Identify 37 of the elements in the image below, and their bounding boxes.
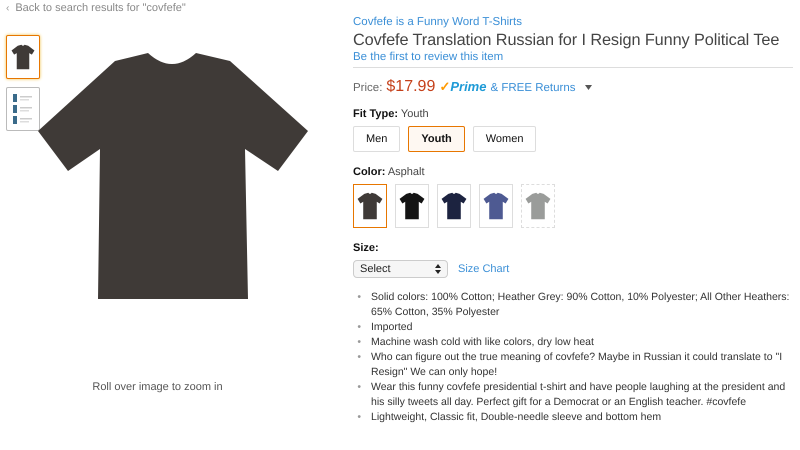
- review-link[interactable]: Be the first to review this item: [353, 51, 504, 63]
- zoom-hint: Roll over image to zoom in: [92, 381, 223, 393]
- size-select[interactable]: Select: [353, 260, 448, 278]
- fit-type-label: Fit Type: Youth: [353, 108, 430, 120]
- updown-caret-icon: [435, 264, 441, 274]
- size-label: Size:: [353, 242, 380, 254]
- thumbnail[interactable]: [6, 35, 40, 79]
- size-chart-link[interactable]: Size Chart: [458, 263, 510, 275]
- fit-option[interactable]: Youth: [408, 126, 465, 152]
- feature-text: Machine wash cold with like colors, dry low heat: [371, 335, 594, 350]
- checkmark-icon: ✓: [439, 79, 450, 94]
- feature-text: Who can figure out the true meaning of covfefe? Maybe in Russian it could translate to "I Resign" We can only hope!: [371, 350, 784, 380]
- bullet: •: [356, 320, 361, 335]
- bullet: •: [356, 350, 361, 365]
- shirt-icon: [11, 44, 35, 70]
- bullet: •: [356, 380, 361, 395]
- back-link[interactable]: ‹ Back to search results for "covfefe": [6, 2, 186, 14]
- bullet: •: [356, 290, 361, 305]
- product-title: Covfefe Translation Russian for I Resign Funny Political Tee: [353, 30, 780, 51]
- prime-label: Prime: [450, 79, 486, 94]
- shirts-variants-icon: [11, 92, 35, 126]
- color-swatch[interactable]: [353, 184, 387, 228]
- bullet: •: [356, 335, 361, 350]
- color-label: Color: Asphalt: [353, 166, 426, 178]
- feature-text: Lightweight, Classic fit, Double-needle sleeve and bottom hem: [371, 410, 662, 425]
- feature-text: Imported: [371, 320, 412, 335]
- free-returns-link[interactable]: & FREE Returns: [490, 82, 576, 94]
- bullet: •: [356, 410, 361, 425]
- brand-link[interactable]: Covfefe is a Funny Word T-Shirts: [353, 16, 522, 28]
- price: $17.99: [386, 78, 436, 96]
- fit-option[interactable]: Men: [353, 126, 400, 152]
- fit-option[interactable]: Women: [472, 126, 536, 152]
- feature-text: Wear this funny covfefe presidential t-shirt and have people laughing at the president and his silly tweets all day. Perfect gift for a Democrat or an English teacher. #covfefe: [371, 380, 786, 410]
- thumbnail[interactable]: [6, 87, 40, 131]
- price-label: Price:: [353, 82, 382, 94]
- feature-text: Solid colors: 100% Cotton; Heather Grey: 90% Cotton, 10% Polyester; All Other Heathers: 65% Cotton, 35% Polyester: [371, 290, 790, 320]
- caret-icon[interactable]: [585, 84, 592, 90]
